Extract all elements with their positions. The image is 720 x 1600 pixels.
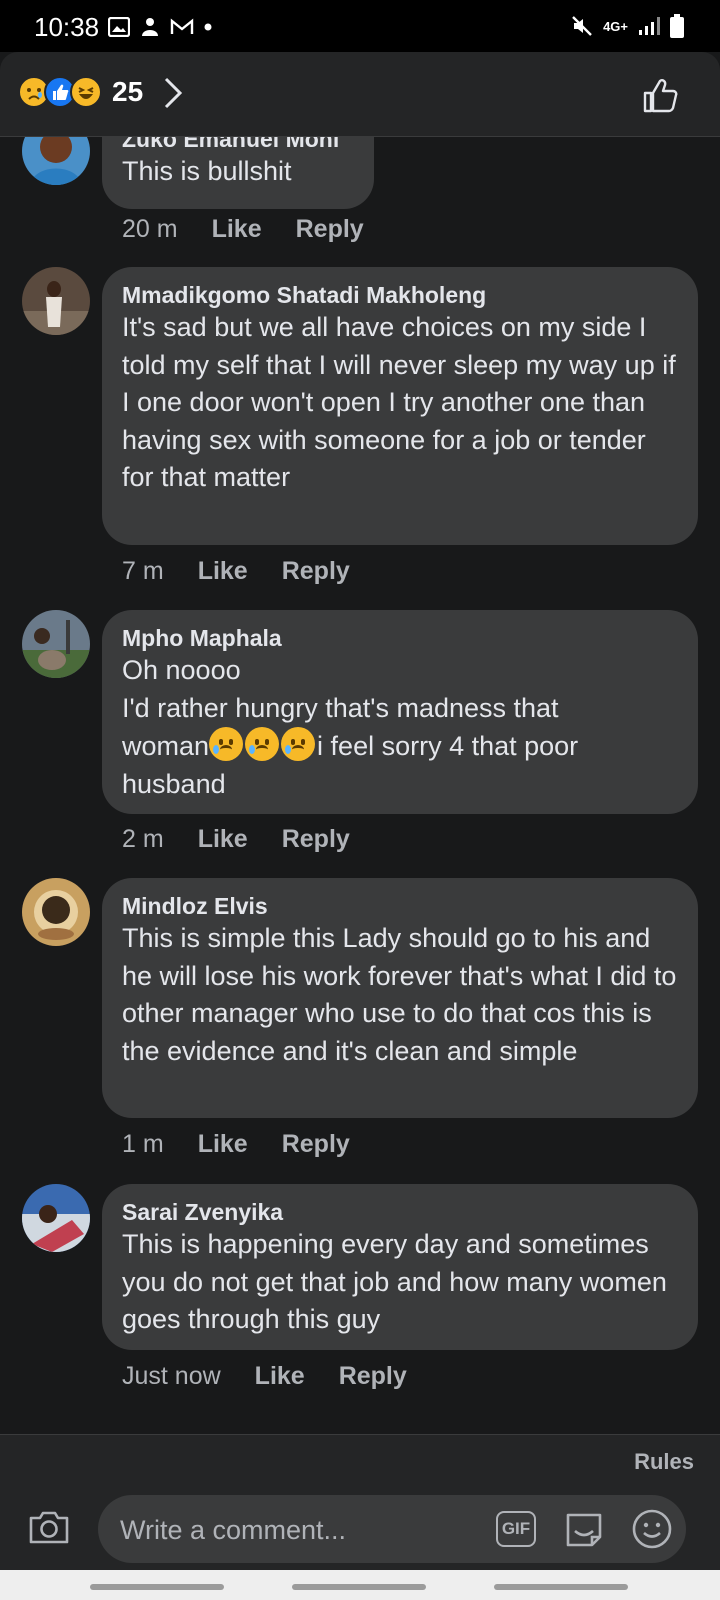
status-left-icons — [108, 16, 212, 38]
like-button[interactable]: Like — [198, 1130, 248, 1159]
notification-icon — [142, 18, 158, 36]
comment-actions: 7 m Like Reply — [122, 557, 350, 586]
network-type: 4G+ — [603, 18, 628, 34]
comment-text: This is happening every day and sometime… — [122, 1229, 675, 1334]
like-button[interactable]: Like — [212, 215, 262, 244]
avatar[interactable] — [22, 267, 90, 335]
status-right-icons: 4G+ — [571, 14, 684, 38]
status-time: 10:38 — [34, 12, 100, 42]
nav-back-button[interactable] — [494, 1584, 628, 1590]
mute-icon — [572, 16, 592, 36]
comment-time: 7 m — [122, 557, 164, 585]
like-button[interactable]: Like — [198, 557, 248, 586]
comment-text: This is bullshit — [122, 156, 292, 186]
sad-tear-emoji-icon — [281, 727, 316, 761]
comment-bubble: Mmadikgomo Shatadi Makholeng It's sad bu… — [102, 267, 698, 545]
nav-recent-button[interactable] — [90, 1584, 224, 1590]
like-button[interactable]: Like — [255, 1362, 305, 1391]
reaction-count: 25 — [112, 76, 144, 107]
comment-author[interactable]: Sarai Zvenyika — [122, 1198, 678, 1226]
comment-bubble: Sarai Zvenyika This is happening every d… — [102, 1184, 698, 1350]
comment-time: 1 m — [122, 1130, 164, 1158]
reply-button[interactable]: Reply — [282, 1130, 350, 1159]
comment-author[interactable]: Mmadikgomo Shatadi Makholeng — [122, 281, 678, 309]
signal-icon — [639, 17, 660, 35]
comment-actions: 1 m Like Reply — [122, 1130, 350, 1159]
system-navigation-bar — [0, 1570, 720, 1600]
comment-text-line: husband — [122, 768, 226, 799]
image-icon — [108, 17, 130, 37]
comment-time: Just now — [122, 1362, 221, 1390]
reactions-summary[interactable]: 25 — [18, 76, 143, 108]
comment-text-line: I'd rather hungry that's madness that — [122, 692, 559, 723]
comment-composer: Rules GIF — [0, 1434, 720, 1571]
avatar[interactable] — [22, 137, 90, 185]
gmail-icon — [170, 18, 194, 34]
comment-actions: 2 m Like Reply — [122, 825, 350, 854]
comment-time: 20 m — [122, 215, 178, 243]
sad-tear-emoji-icon — [209, 727, 244, 761]
comment-actions: 20 m Like Reply — [122, 215, 364, 244]
dot-icon — [204, 23, 212, 31]
camera-icon[interactable] — [28, 1509, 70, 1545]
comment-text-fragment: i feel sorry 4 that poor — [317, 731, 579, 761]
comment-bubble: Mpho Maphala Oh noooo I'd rather hungry … — [102, 610, 698, 814]
comment-bubble: Mindloz Elvis This is simple this Lady s… — [102, 878, 698, 1118]
comment-text: It's sad but we all have choices on my s… — [122, 312, 684, 492]
comment-text-line: woman i feel sorry 4 that poor — [122, 727, 678, 766]
avatar[interactable] — [22, 1184, 90, 1252]
comment-text-line: Oh noooo — [122, 655, 241, 685]
rules-link[interactable]: Rules — [634, 1449, 694, 1475]
chevron-right-icon[interactable] — [162, 76, 184, 110]
comment-author[interactable]: Mpho Maphala — [122, 624, 678, 652]
status-bar: 10:38 4G+ — [0, 0, 720, 52]
avatar[interactable] — [22, 610, 90, 678]
reply-button[interactable]: Reply — [296, 215, 364, 244]
like-outline-icon[interactable] — [642, 78, 678, 114]
reactions-header: 25 — [0, 52, 720, 137]
reply-button[interactable]: Reply — [339, 1362, 407, 1391]
comment-actions: Just now Like Reply — [122, 1362, 407, 1391]
comments-feed[interactable]: Zuko Emanuel Moni This is bullshit 20 m … — [0, 137, 720, 1434]
comment-bubble: Zuko Emanuel Moni This is bullshit — [102, 137, 374, 209]
battery-icon — [670, 14, 684, 38]
reply-button[interactable]: Reply — [282, 557, 350, 586]
haha-reaction-icon — [70, 76, 102, 108]
comment-author[interactable]: Zuko Emanuel Moni — [122, 137, 354, 153]
sad-tear-emoji-icon — [245, 727, 280, 761]
comment-time: 2 m — [122, 825, 164, 853]
nav-home-button[interactable] — [292, 1584, 426, 1590]
like-button[interactable]: Like — [198, 825, 248, 854]
emoji-icon[interactable] — [630, 1507, 674, 1551]
comment-author[interactable]: Mindloz Elvis — [122, 892, 678, 920]
comment-input-container: GIF — [98, 1495, 686, 1565]
comment-text-fragment: woman — [122, 731, 210, 761]
sticker-icon[interactable] — [562, 1507, 606, 1551]
comment-input[interactable] — [118, 1495, 482, 1565]
avatar[interactable] — [22, 878, 90, 946]
gif-button[interactable]: GIF — [496, 1511, 536, 1547]
comment-text: This is simple this Lady should go to hi… — [122, 923, 684, 1066]
reply-button[interactable]: Reply — [282, 825, 350, 854]
